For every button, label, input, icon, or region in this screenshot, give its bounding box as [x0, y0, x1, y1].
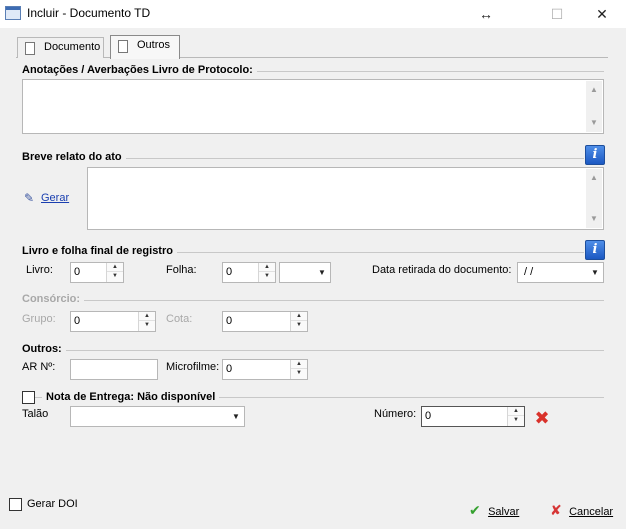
divider — [22, 300, 604, 301]
folha-input[interactable]: 0 ▲ ▼ — [222, 262, 276, 283]
breve-relato-memo[interactable]: ▲ ▼ — [87, 167, 604, 230]
scroll-up-icon[interactable]: ▲ — [586, 171, 602, 185]
scrollbar[interactable]: ▲ ▼ — [586, 169, 602, 228]
spin-down-icon[interactable]: ▼ — [291, 321, 307, 330]
livro-value: 0 — [74, 266, 81, 278]
salvar-button[interactable]: ✔ Salvar — [469, 502, 519, 519]
cota-label: Cota: — [166, 313, 193, 325]
pencil-icon[interactable]: ✎ — [24, 191, 34, 205]
nota-entrega-title: Nota de Entrega: Não disponível — [42, 391, 220, 403]
cota-spinner[interactable]: ▲ ▼ — [290, 312, 307, 331]
scrollbar[interactable]: ▲ ▼ — [586, 81, 602, 132]
breve-relato-title: Breve relato do ato — [22, 151, 126, 163]
gerar-link[interactable]: Gerar — [41, 192, 69, 204]
microfilme-label: Microfilme: — [166, 361, 220, 373]
tab-documento[interactable]: Documento — [17, 37, 104, 58]
salvar-label: Salvar — [488, 506, 520, 518]
outros-title: Outros: — [22, 343, 66, 355]
chevron-down-icon[interactable]: ▼ — [587, 263, 603, 282]
spin-down-icon[interactable]: ▼ — [139, 321, 155, 330]
livro-label: Livro: — [26, 264, 53, 276]
divider — [22, 350, 604, 351]
check-icon: ✔ — [469, 502, 481, 518]
page-icon — [118, 40, 128, 53]
page-icon — [25, 42, 35, 55]
microfilme-value: 0 — [226, 363, 233, 375]
close-icon[interactable]: ✕ — [590, 4, 614, 24]
spin-up-icon[interactable]: ▲ — [259, 263, 275, 272]
livro-spinner[interactable]: ▲ ▼ — [106, 263, 123, 282]
nota-entrega-checkbox[interactable] — [22, 391, 35, 404]
spin-up-icon[interactable]: ▲ — [107, 263, 123, 272]
anotacoes-memo[interactable]: ▲ ▼ — [22, 79, 604, 134]
data-retirada-label: Data retirada do documento: — [372, 264, 512, 276]
numero-spinner[interactable]: ▲ ▼ — [507, 407, 524, 426]
gerar-doi-label: Gerar DOI — [27, 498, 78, 510]
spin-down-icon[interactable]: ▼ — [259, 272, 275, 281]
gerar-doi-checkbox[interactable] — [9, 498, 22, 511]
numero-input[interactable]: 0 ▲ ▼ — [421, 406, 525, 427]
spin-down-icon[interactable]: ▼ — [291, 369, 307, 378]
grupo-label: Grupo: — [22, 313, 56, 325]
ar-label: AR Nº: — [22, 361, 56, 373]
spin-down-icon[interactable]: ▼ — [508, 416, 524, 425]
scroll-down-icon[interactable]: ▼ — [586, 212, 602, 226]
spin-down-icon[interactable]: ▼ — [107, 272, 123, 281]
tab-documento-label: Documento — [44, 41, 101, 53]
livro-input[interactable]: 0 ▲ ▼ — [70, 262, 124, 283]
scroll-up-icon[interactable]: ▲ — [586, 83, 602, 97]
consorcio-title: Consórcio: — [22, 293, 85, 305]
anotacoes-title: Anotações / Averbações Livro de Protocol… — [22, 64, 257, 76]
folha-suffix-select[interactable]: ▼ — [279, 262, 331, 283]
cancel-icon: ✘ — [550, 502, 562, 518]
window-title: Incluir - Documento TD — [27, 6, 151, 20]
chevron-down-icon[interactable]: ▼ — [228, 407, 244, 426]
microfilme-input[interactable]: 0 ▲ ▼ — [222, 359, 308, 380]
cota-value: 0 — [226, 315, 233, 327]
tab-baseline — [16, 57, 608, 58]
talao-select[interactable]: ▼ — [70, 406, 245, 427]
ar-input[interactable] — [70, 359, 158, 380]
spin-up-icon[interactable]: ▲ — [291, 360, 307, 369]
app-icon — [5, 6, 21, 20]
maximize-icon[interactable]: ☐ — [545, 4, 569, 24]
folha-label: Folha: — [166, 264, 197, 276]
cancelar-button[interactable]: ✘ Cancelar — [550, 502, 613, 519]
tab-outros[interactable]: Outros — [110, 35, 180, 59]
numero-label: Número: — [374, 408, 417, 420]
folha-value: 0 — [226, 266, 233, 278]
numero-value: 0 — [425, 410, 432, 422]
cancelar-label: Cancelar — [569, 506, 614, 518]
grupo-value: 0 — [74, 315, 81, 327]
chevron-down-icon[interactable]: ▼ — [314, 263, 330, 282]
folha-spinner[interactable]: ▲ ▼ — [258, 263, 275, 282]
info-icon[interactable]: i — [585, 145, 605, 165]
grupo-input[interactable]: 0 ▲ ▼ — [70, 311, 156, 332]
cota-input[interactable]: 0 ▲ ▼ — [222, 311, 308, 332]
livro-folha-title: Livro e folha final de registro — [22, 245, 177, 257]
info-icon[interactable]: i — [585, 240, 605, 260]
talao-label: Talão — [22, 408, 49, 420]
scroll-down-icon[interactable]: ▼ — [586, 116, 602, 130]
spin-up-icon[interactable]: ▲ — [139, 312, 155, 321]
resize-icon[interactable]: ↔ — [474, 4, 498, 24]
spin-up-icon[interactable]: ▲ — [291, 312, 307, 321]
spin-up-icon[interactable]: ▲ — [508, 407, 524, 416]
grupo-spinner[interactable]: ▲ ▼ — [138, 312, 155, 331]
tab-outros-label: Outros — [137, 39, 171, 51]
data-retirada-input[interactable]: / / ▼ — [517, 262, 604, 283]
data-retirada-value: / / — [521, 266, 534, 278]
clear-numero-icon[interactable]: ✖ — [533, 409, 551, 427]
microfilme-spinner[interactable]: ▲ ▼ — [290, 360, 307, 379]
